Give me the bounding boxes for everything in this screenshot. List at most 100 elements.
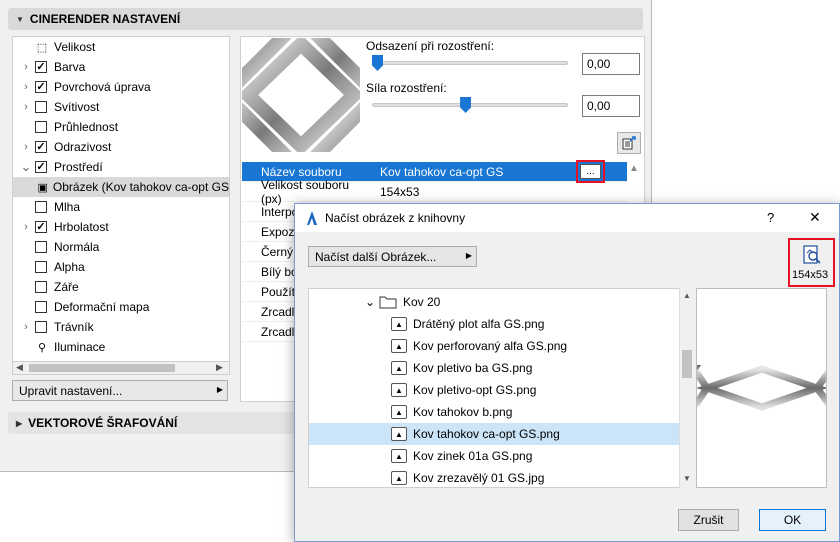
tree-item-checkbox[interactable]: [35, 261, 47, 273]
close-button[interactable]: ✕: [809, 209, 821, 226]
load-more-image-button[interactable]: Načíst další Obrázek... ▶: [308, 246, 477, 267]
file-label: Kov perforovaný alfa GS.png: [413, 339, 568, 353]
file-row[interactable]: ▲ Kov zrezavělý 01 GS.jpg: [309, 467, 680, 487]
chevron-right-icon[interactable]: ›: [19, 81, 33, 93]
browse-file-button[interactable]: ...: [580, 164, 601, 179]
mesh-texture-image: [242, 38, 360, 152]
archicad-logo-icon: [307, 211, 317, 225]
tree-item-checkbox[interactable]: [35, 321, 47, 333]
tree-item-checkbox[interactable]: [35, 121, 47, 133]
file-row[interactable]: ▲ Kov perforovaný alfa GS.png: [309, 335, 680, 357]
ok-button[interactable]: OK: [759, 509, 826, 531]
preview-image: [697, 365, 826, 411]
collapse-triangle-icon: ▼: [16, 14, 24, 24]
chevron-right-icon[interactable]: ›: [19, 221, 33, 233]
tree-horizontal-scrollbar[interactable]: ◀ ▶: [12, 361, 230, 375]
blur-strength-input[interactable]: 0,00: [582, 95, 640, 117]
tree-item[interactable]: › ✓ Odrazivost: [13, 137, 229, 157]
tree-item[interactable]: › ✓ Povrchová úprava: [13, 77, 229, 97]
scrollbar-thumb[interactable]: [29, 364, 175, 372]
tree-item-checkbox[interactable]: ✓: [35, 161, 47, 173]
image-info-icon[interactable]: [802, 245, 822, 265]
tree-item-checkbox[interactable]: [35, 301, 47, 313]
browse-highlight: ...: [576, 160, 605, 183]
tree-item-label: Obrázek (Kov tahokov ca-opt GS: [52, 180, 229, 194]
scroll-up-icon[interactable]: ▲: [629, 163, 639, 174]
tree-item[interactable]: › ✓ Barva: [13, 57, 229, 77]
tree-item-checkbox[interactable]: ✓: [35, 141, 47, 153]
tree-item[interactable]: › Svítivost: [13, 97, 229, 117]
tree-item-checkbox[interactable]: ✓: [35, 61, 47, 73]
texture-thumbnail: [242, 38, 360, 152]
blur-offset-label: Odsazení při rozostření:: [366, 39, 495, 53]
image-file-icon: ▲: [391, 449, 407, 463]
folder-row[interactable]: ⌄ Kov 20: [309, 291, 680, 313]
ok-label: OK: [783, 513, 802, 527]
tree-item-checkbox[interactable]: [35, 101, 47, 113]
file-list-scrollbar[interactable]: ▲ ▼: [679, 288, 694, 488]
chevron-down-icon[interactable]: ⌄: [19, 159, 33, 175]
help-button[interactable]: ?: [767, 210, 774, 225]
tree-item[interactable]: Deformační mapa: [13, 297, 229, 317]
file-row[interactable]: ▲ Kov pletivo ba GS.png: [309, 357, 680, 379]
tree-item[interactable]: › ✓ Hrbolatost: [13, 217, 229, 237]
chevron-right-icon[interactable]: ›: [19, 61, 33, 73]
file-row[interactable]: ▲ Kov pletivo-opt GS.png: [309, 379, 680, 401]
scroll-left-icon[interactable]: ◀: [16, 362, 23, 373]
vector-section-title: VEKTOROVÉ ŠRAFOVÁNÍ: [28, 416, 178, 430]
property-row[interactable]: Velikost souboru (px) 154x53: [242, 178, 627, 206]
edit-settings-button[interactable]: Upravit nastavení... ▶: [12, 380, 228, 401]
file-row[interactable]: ▲ Kov zinek 01a GS.png: [309, 445, 680, 467]
file-row[interactable]: ▲ Kov tahokov b.png: [309, 401, 680, 423]
tree-item-label: Prostředí: [54, 160, 103, 174]
cancel-button[interactable]: Zrušit: [678, 509, 739, 531]
image-file-icon: ▲: [391, 317, 407, 331]
file-row[interactable]: ▲ Drátěný plot alfa GS.png: [309, 313, 680, 335]
chevron-right-icon[interactable]: ›: [19, 321, 33, 333]
image-size-badge: 154x53: [792, 269, 829, 281]
scrollbar-thumb[interactable]: [682, 350, 692, 378]
tree-item[interactable]: Průhlednost: [13, 117, 229, 137]
export-icon: [622, 136, 636, 150]
cinerender-section-header[interactable]: ▼ CINERENDER NASTAVENÍ: [8, 8, 643, 30]
edit-settings-label: Upravit nastavení...: [19, 383, 123, 398]
section-title: CINERENDER NASTAVENÍ: [29, 12, 181, 26]
tree-item-label: Odrazivost: [54, 140, 112, 154]
export-settings-button[interactable]: [617, 132, 641, 154]
file-row[interactable]: ▲ Kov tahokov ca-opt GS.png: [309, 423, 680, 445]
tree-item-checkbox[interactable]: [35, 241, 47, 253]
tree-item-label: Záře: [54, 280, 79, 294]
tree-item[interactable]: ⬚ Velikost: [13, 37, 229, 57]
tree-item[interactable]: Záře: [13, 277, 229, 297]
scroll-right-icon[interactable]: ▶: [216, 362, 223, 373]
file-label: Kov zrezavělý 01 GS.jpg: [413, 471, 545, 485]
scroll-up-icon[interactable]: ▲: [683, 291, 691, 300]
file-label: Kov zinek 01a GS.png: [413, 449, 533, 463]
blur-offset-slider-track[interactable]: [372, 61, 568, 65]
resize-icon: ⬚: [36, 41, 48, 54]
scroll-down-icon[interactable]: ▼: [683, 474, 691, 483]
blur-strength-label: Síla rozostření:: [366, 81, 447, 95]
file-label: Kov pletivo-opt GS.png: [413, 383, 537, 397]
cancel-label: Zrušit: [693, 513, 724, 527]
chevron-down-icon[interactable]: ⌄: [365, 295, 379, 309]
chevron-right-icon[interactable]: ›: [19, 101, 33, 113]
tree-item[interactable]: Normála: [13, 237, 229, 257]
load-image-dialog: Načíst obrázek z knihovny ? ✕ Načíst dal…: [294, 203, 840, 542]
tree-item[interactable]: Mlha: [13, 197, 229, 217]
tree-item-checkbox[interactable]: [35, 201, 47, 213]
tree-item-label: Deformační mapa: [54, 300, 150, 314]
tree-item[interactable]: ⚲ Iluminace: [13, 337, 229, 357]
tree-item[interactable]: › Trávník: [13, 317, 229, 337]
tree-item[interactable]: ▣ Obrázek (Kov tahokov ca-opt GS: [13, 177, 229, 197]
tree-item[interactable]: ⌄ ✓ Prostředí: [13, 157, 229, 177]
chevron-right-icon[interactable]: ›: [19, 141, 33, 153]
tree-item[interactable]: Alpha: [13, 257, 229, 277]
tree-item-checkbox[interactable]: [35, 281, 47, 293]
property-key: Název souboru: [261, 164, 342, 179]
image-file-icon: ▲: [391, 361, 407, 375]
blur-offset-input[interactable]: 0,00: [582, 53, 640, 75]
tree-item-checkbox[interactable]: ✓: [35, 221, 47, 233]
tree-item-checkbox[interactable]: ✓: [35, 81, 47, 93]
browse-button-label: ...: [586, 165, 595, 177]
